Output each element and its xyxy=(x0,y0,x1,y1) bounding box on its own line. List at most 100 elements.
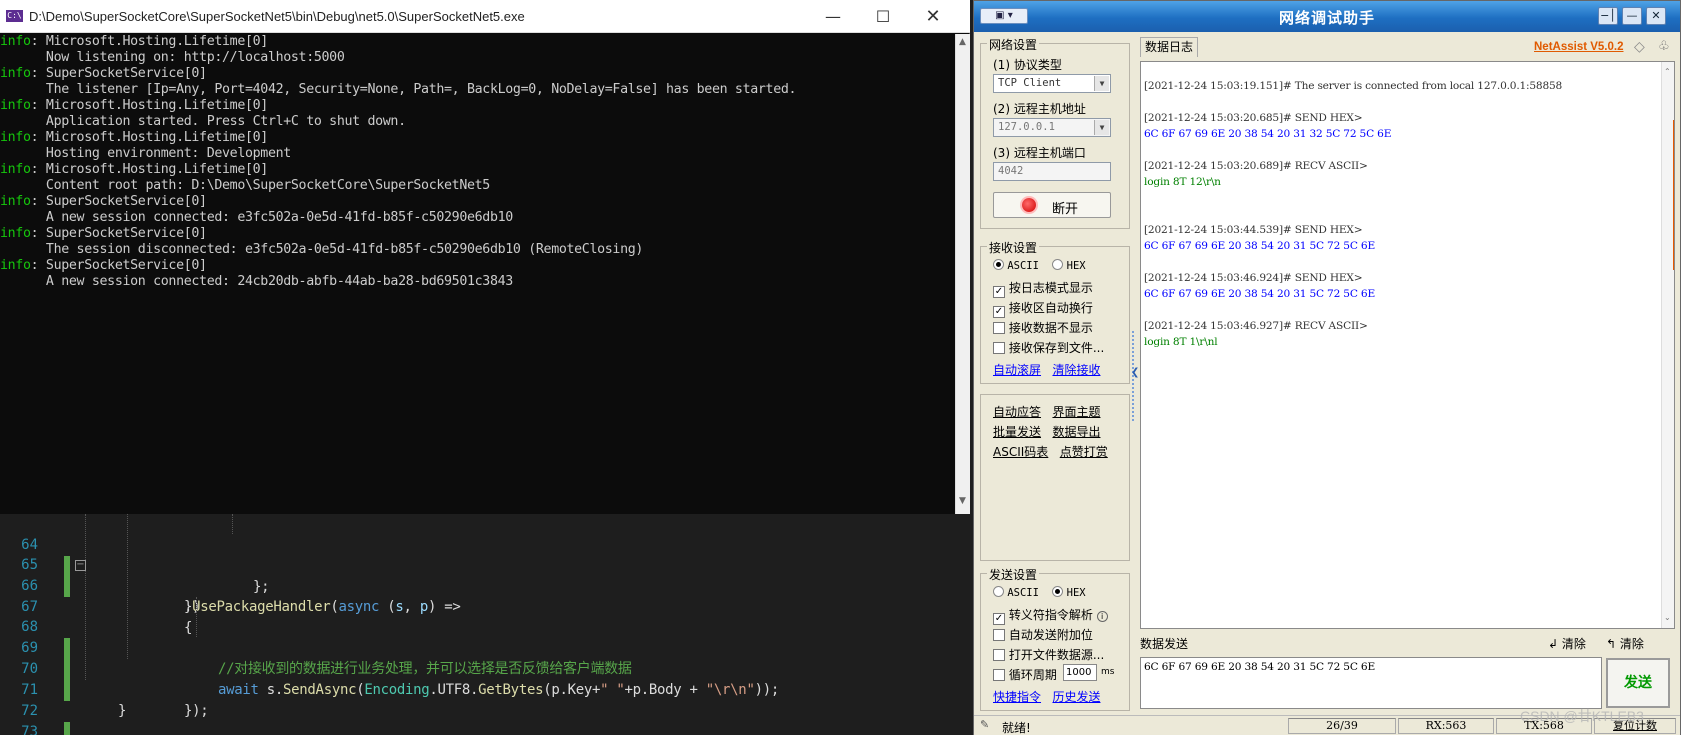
recv-hide-option[interactable]: 接收数据不显示 xyxy=(993,319,1093,336)
console-line: info: Microsoft.Hosting.Lifetime[0] xyxy=(0,162,955,178)
recv-autowrap-option[interactable]: ✓ 接收区自动换行 xyxy=(993,299,1093,318)
console-text: Now listening on: http://localhost:5000 xyxy=(0,50,345,65)
clear-send-button[interactable]: ↲ 清除 xyxy=(1548,635,1586,652)
tab-data-log[interactable]: 数据日志 xyxy=(1140,37,1198,57)
quick-cmd-link[interactable]: 快捷指令 xyxy=(993,690,1041,704)
send-file-option[interactable]: 打开文件数据源... xyxy=(993,646,1104,663)
indent-guide xyxy=(232,514,233,534)
console-line: info: Microsoft.Hosting.Lifetime[0] xyxy=(0,130,955,146)
console-line: info: SuperSocketService[0] xyxy=(0,66,955,82)
host-select[interactable]: 127.0.0.1 ▼ xyxy=(993,118,1111,137)
receive-log[interactable]: [2021-12-24 15:03:19.151]# The server is… xyxy=(1140,61,1675,629)
batch-send-link[interactable]: 批量发送 xyxy=(993,425,1041,439)
autoscroll-link[interactable]: 自动滚屏 xyxy=(993,363,1041,377)
maximize-button[interactable]: ☐ xyxy=(860,3,906,31)
log-line: login 8T 12\r\n xyxy=(1144,176,1221,188)
code-line: 71 } xyxy=(0,659,970,719)
clear-recv-link[interactable]: 清除接收 xyxy=(1052,363,1100,377)
auto-reply-link[interactable]: 自动应答 xyxy=(993,405,1041,419)
version-link[interactable]: NetAssist V5.0.2 xyxy=(1534,41,1624,53)
checkbox[interactable] xyxy=(993,649,1005,661)
checkbox[interactable] xyxy=(993,322,1005,334)
clear-all-button[interactable]: ↰ 清除 xyxy=(1606,635,1644,652)
scroll-up-icon[interactable]: ⌃ xyxy=(1664,64,1671,80)
history-link[interactable]: 历史发送 xyxy=(1052,690,1100,704)
check-icon[interactable]: ✓ xyxy=(993,306,1005,318)
recv-links: 自动滚屏 清除接收 xyxy=(993,361,1100,378)
check-icon[interactable]: ✓ xyxy=(993,286,1005,298)
log-line: [2021-12-24 15:03:20.689]# RECV ASCII> xyxy=(1144,160,1368,172)
theme-link[interactable]: 界面主题 xyxy=(1052,405,1100,419)
netassist-window: ▣ ▾ 网络调试助手 −│ — ✕ 网络设置 (1) 协议类型 TCP Clie… xyxy=(973,0,1681,735)
arrow-icon: ↰ xyxy=(1606,637,1617,651)
close-button[interactable]: ✕ xyxy=(1646,7,1666,25)
code-line: 68 //对接收到的数据进行业务处理，并可以选择是否反馈给客户端数据 xyxy=(0,596,970,677)
port-field[interactable]: 4042 xyxy=(993,162,1111,181)
minimize-button[interactable]: — xyxy=(810,3,856,31)
send-hex-radio[interactable] xyxy=(1052,586,1064,597)
console-scrollbar[interactable]: ▲ ▼ xyxy=(955,34,970,514)
checkbox[interactable] xyxy=(993,629,1005,641)
info-icon[interactable]: i xyxy=(1096,611,1108,622)
log-line: 6C 6F 67 69 6E 20 38 54 20 31 5C 72 5C 6… xyxy=(1144,288,1375,300)
diamond-icon[interactable]: ◇ xyxy=(1634,39,1645,55)
scroll-down-icon[interactable]: ⌄ xyxy=(1664,610,1671,626)
log-level: info xyxy=(0,34,31,49)
close-button[interactable]: ✕ xyxy=(910,3,956,31)
console-output[interactable]: info: Microsoft.Hosting.Lifetime[0] Now … xyxy=(0,34,955,512)
scroll-down-icon[interactable]: ▼ xyxy=(959,496,966,506)
scroll-up-icon[interactable]: ▲ xyxy=(959,37,966,47)
console-text: Hosting environment: Development xyxy=(0,146,291,161)
recv-log-mode-option[interactable]: ✓ 按日志模式显示 xyxy=(993,279,1093,298)
protocol-select[interactable]: TCP Client ▼ xyxy=(993,74,1111,93)
ascii-table-link[interactable]: ASCII码表 xyxy=(993,445,1048,459)
disconnect-button[interactable]: 断开 xyxy=(993,192,1111,218)
netassist-titlebar[interactable]: ▣ ▾ 网络调试助手 −│ — ✕ xyxy=(974,1,1680,32)
tip-link[interactable]: 点赞打赏 xyxy=(1060,445,1108,459)
console-text: : Microsoft.Hosting.Lifetime[0] xyxy=(30,98,269,113)
console-line: Content root path: D:\Demo\SuperSocketCo… xyxy=(0,178,955,194)
send-escape-option[interactable]: ✓ 转义符指令解析 i xyxy=(993,606,1108,625)
send-loop-option[interactable]: 循环周期 xyxy=(993,666,1057,683)
send-button[interactable]: 发送 xyxy=(1606,658,1670,708)
recv-hex-radio[interactable] xyxy=(1052,259,1064,270)
chevron-left-icon[interactable]: ❮ xyxy=(1131,367,1139,378)
console-line: Hosting environment: Development xyxy=(0,146,955,162)
code-line: 74 xyxy=(0,722,970,735)
console-text: : SuperSocketService[0] xyxy=(30,258,207,273)
log-line: [2021-12-24 15:03:44.539]# SEND HEX> xyxy=(1144,224,1363,236)
send-append-option[interactable]: 自动发送附加位 xyxy=(993,626,1093,643)
chevron-down-icon[interactable]: ▼ xyxy=(1094,120,1109,135)
checkbox[interactable] xyxy=(993,669,1005,681)
indent-guide xyxy=(127,514,128,659)
console-line: The session disconnected: e3fc502a-0e5d-… xyxy=(0,242,955,258)
status-icon: ✎ xyxy=(980,718,990,731)
chevron-down-icon[interactable]: ▼ xyxy=(1094,76,1109,91)
bell-icon[interactable]: ♧ xyxy=(1658,39,1670,54)
console-text: A new session connected: 24cb20db-abfb-4… xyxy=(0,274,513,289)
console-titlebar[interactable]: C:\ D:\Demo\SuperSocketCore\SuperSocketN… xyxy=(0,0,970,33)
checkbox[interactable] xyxy=(993,342,1005,354)
export-link[interactable]: 数据导出 xyxy=(1052,425,1100,439)
pin-icon[interactable]: −│ xyxy=(1598,7,1618,25)
recv-save-option[interactable]: 接收保存到文件... xyxy=(993,339,1104,356)
console-line: A new session connected: e3fc502a-0e5d-4… xyxy=(0,210,955,226)
loop-period-input[interactable]: 1000 xyxy=(1063,664,1097,681)
send-input[interactable]: 6C 6F 67 69 6E 20 38 54 20 31 5C 72 5C 6… xyxy=(1140,657,1602,709)
code-editor[interactable]: 64 }; 65 }) 66 .UsePackageHandler(async … xyxy=(0,514,970,735)
send-ascii-radio[interactable] xyxy=(993,586,1004,597)
net-settings-group: 网络设置 (1) 协议类型 TCP Client ▼ (2) 远程主机地址 127… xyxy=(980,36,1130,229)
status-light-icon xyxy=(1022,198,1036,212)
log-level: info xyxy=(0,162,31,177)
collapse-icon[interactable]: − xyxy=(75,560,86,571)
log-line: [2021-12-24 15:03:46.927]# RECV ASCII> xyxy=(1144,320,1368,332)
check-icon[interactable]: ✓ xyxy=(993,613,1005,625)
console-text: A new session connected: e3fc502a-0e5d-4… xyxy=(0,210,513,225)
console-app-icon: C:\ xyxy=(6,10,23,22)
recv-ascii-radio[interactable] xyxy=(993,259,1004,270)
minimize-button[interactable]: — xyxy=(1622,7,1642,25)
console-line: info: Microsoft.Hosting.Lifetime[0] xyxy=(0,34,955,50)
log-line: 6C 6F 67 69 6E 20 38 54 20 31 32 5C 72 5… xyxy=(1144,128,1392,140)
tools-row: 批量发送 数据导出 xyxy=(993,423,1100,440)
log-level: info xyxy=(0,130,31,145)
